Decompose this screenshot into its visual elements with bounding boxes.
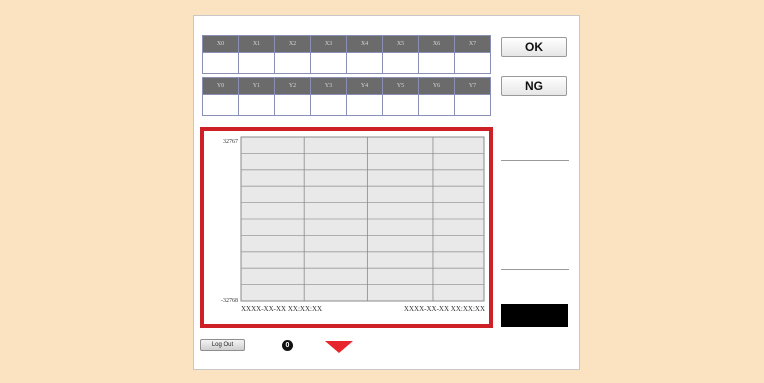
x-header-cell: X4 (346, 35, 383, 53)
y-value-row (202, 94, 491, 116)
y-value-cell[interactable] (202, 94, 239, 116)
x-header-cell: X5 (382, 35, 419, 53)
x-end-label: XXXX-XX-XX XX:XX:XX (404, 305, 485, 313)
logout-button[interactable]: Log Out (200, 339, 245, 351)
y-header-cell: Y7 (454, 77, 491, 95)
x-value-cell[interactable] (274, 52, 311, 74)
y-value-cell[interactable] (382, 94, 419, 116)
x-header-cell: X3 (310, 35, 347, 53)
y-header-cell: Y3 (310, 77, 347, 95)
x-value-cell[interactable] (202, 52, 239, 74)
y-value-cell[interactable] (274, 94, 311, 116)
y-header-cell: Y5 (382, 77, 419, 95)
x-value-cell[interactable] (454, 52, 491, 74)
y-header-row: Y0 Y1 Y2 Y3 Y4 Y5 Y6 Y7 (202, 77, 491, 95)
x-register-table: X0 X1 X2 X3 X4 X5 X6 X7 (202, 35, 491, 74)
y-header-cell: Y4 (346, 77, 383, 95)
y-min-label: -32768 (221, 298, 238, 304)
x-value-cell[interactable] (238, 52, 275, 74)
y-header-cell: Y0 (202, 77, 239, 95)
y-header-cell: Y6 (418, 77, 455, 95)
ok-button[interactable]: OK (501, 37, 567, 57)
x-value-row (202, 52, 491, 74)
x-header-cell: X6 (418, 35, 455, 53)
divider-upper (501, 160, 569, 161)
y-value-cell[interactable] (238, 94, 275, 116)
x-header-cell: X2 (274, 35, 311, 53)
x-header-row: X0 X1 X2 X3 X4 X5 X6 X7 (202, 35, 491, 53)
main-panel: X0 X1 X2 X3 X4 X5 X6 X7 Y0 Y1 Y2 Y3 Y4 Y… (193, 15, 580, 370)
chart-highlight-frame: 32767 -32768 XXXX-XX-XX XX:XX:XX XXXX-XX… (200, 127, 493, 328)
y-header-cell: Y2 (274, 77, 311, 95)
trend-chart: 32767 -32768 XXXX-XX-XX XX:XX:XX XXXX-XX… (221, 136, 485, 313)
y-register-table: Y0 Y1 Y2 Y3 Y4 Y5 Y6 Y7 (202, 77, 491, 116)
y-value-cell[interactable] (310, 94, 347, 116)
ng-button[interactable]: NG (501, 76, 567, 96)
x-start-label: XXXX-XX-XX XX:XX:XX (241, 305, 322, 313)
x-value-cell[interactable] (382, 52, 419, 74)
x-header-cell: X1 (238, 35, 275, 53)
x-value-cell[interactable] (310, 52, 347, 74)
y-value-cell[interactable] (418, 94, 455, 116)
divider-lower (501, 269, 569, 270)
status-display (501, 304, 568, 327)
y-header-cell: Y1 (238, 77, 275, 95)
y-max-label: 32767 (223, 139, 238, 145)
count-badge: 0 (282, 340, 293, 351)
x-value-cell[interactable] (418, 52, 455, 74)
triangle-down-icon[interactable] (325, 341, 353, 353)
y-value-cell[interactable] (346, 94, 383, 116)
x-header-cell: X7 (454, 35, 491, 53)
x-value-cell[interactable] (346, 52, 383, 74)
y-value-cell[interactable] (454, 94, 491, 116)
x-header-cell: X0 (202, 35, 239, 53)
